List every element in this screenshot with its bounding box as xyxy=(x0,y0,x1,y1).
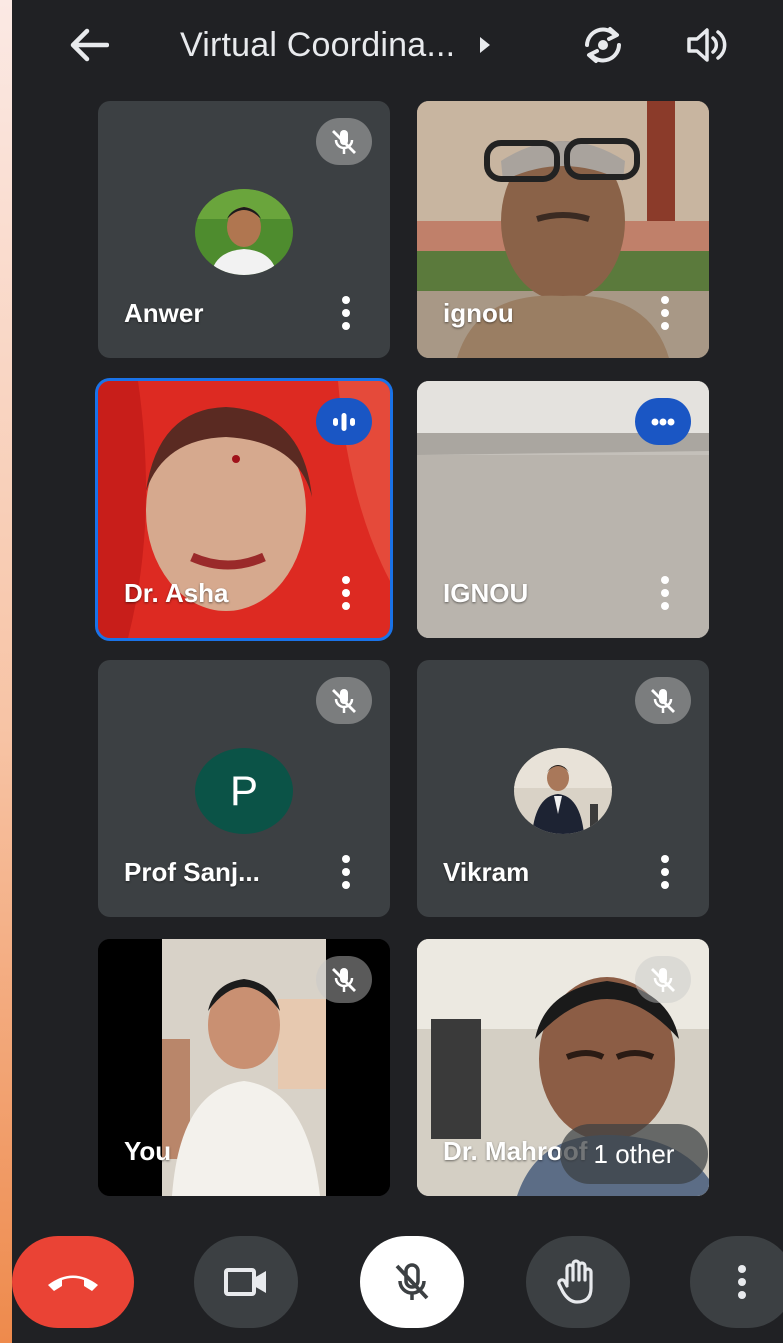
caret-right-icon xyxy=(480,37,491,53)
meeting-title-button[interactable]: Virtual Coordina... xyxy=(180,22,491,68)
arrow-left-icon xyxy=(70,28,109,62)
participant-name: Anwer xyxy=(124,298,204,328)
avatar-photo xyxy=(514,748,612,834)
muted-indicator xyxy=(316,677,372,724)
meet-call-screen: Virtual Coordina... Anwer ignou Dr. Asha… xyxy=(12,0,783,1343)
muted-indicator xyxy=(316,956,372,1003)
raise-hand-button[interactable] xyxy=(526,1236,630,1328)
toggle-microphone-button[interactable] xyxy=(360,1236,464,1328)
speaking-indicator xyxy=(316,398,372,445)
camera-flip-icon xyxy=(585,27,621,63)
more-vertical-icon xyxy=(738,1265,746,1299)
participant-options-button[interactable] xyxy=(340,855,352,889)
mic-off-icon xyxy=(651,967,675,992)
mic-off-icon xyxy=(395,1263,429,1300)
participant-options-button[interactable] xyxy=(340,576,352,610)
more-options-button[interactable] xyxy=(690,1236,783,1328)
muted-indicator xyxy=(635,956,691,1003)
muted-indicator xyxy=(635,677,691,724)
switch-camera-button[interactable] xyxy=(578,20,628,70)
hangup-button[interactable] xyxy=(12,1236,134,1328)
participant-name: IGNOU xyxy=(443,578,529,608)
participant-tile[interactable]: Anwer xyxy=(98,101,390,358)
avatar xyxy=(195,189,293,275)
participant-tile-active[interactable]: Dr. Asha xyxy=(95,378,393,641)
toggle-camera-button[interactable] xyxy=(194,1236,298,1328)
top-bar: Virtual Coordina... xyxy=(12,0,783,92)
participant-tile[interactable]: IGNOU xyxy=(417,381,709,638)
left-edge-strip xyxy=(0,0,12,1343)
participant-name: ignou xyxy=(443,298,514,328)
speaker-icon xyxy=(687,28,727,62)
raise-hand-icon xyxy=(557,1259,593,1304)
participant-options-button[interactable] xyxy=(659,576,671,610)
video-camera-icon xyxy=(224,1268,266,1296)
participant-tile-self[interactable]: You xyxy=(98,939,390,1196)
participant-options-button[interactable] xyxy=(340,296,352,330)
participant-options-button[interactable] xyxy=(659,855,671,889)
mic-off-icon xyxy=(332,129,356,154)
participant-name: Prof Sanj... xyxy=(124,857,260,887)
audio-level-icon xyxy=(333,412,355,431)
participant-tile[interactable]: P Prof Sanj... xyxy=(98,660,390,917)
avatar-letter: P xyxy=(229,767,258,814)
phone-hangup-icon xyxy=(48,1275,98,1291)
mic-off-icon xyxy=(332,967,356,992)
avatar xyxy=(514,748,612,834)
mic-off-icon xyxy=(651,688,675,713)
participant-tile[interactable]: ignou xyxy=(417,101,709,358)
others-badge[interactable]: 1 other xyxy=(560,1124,708,1184)
mic-off-icon xyxy=(332,688,356,713)
participant-tile[interactable]: Vikram xyxy=(417,660,709,917)
speaking-indicator xyxy=(635,398,691,445)
audio-output-button[interactable] xyxy=(682,20,732,70)
participant-name: Vikram xyxy=(443,857,530,887)
meeting-title: Virtual Coordina... xyxy=(180,25,456,64)
participant-name: Dr. Asha xyxy=(124,578,229,608)
muted-indicator xyxy=(316,118,372,165)
participant-name: You xyxy=(124,1136,172,1166)
participant-options-button[interactable] xyxy=(659,296,671,330)
avatar-photo xyxy=(195,189,293,275)
audio-level-icon xyxy=(651,418,675,425)
avatar: P xyxy=(195,748,293,834)
back-button[interactable] xyxy=(64,22,114,68)
